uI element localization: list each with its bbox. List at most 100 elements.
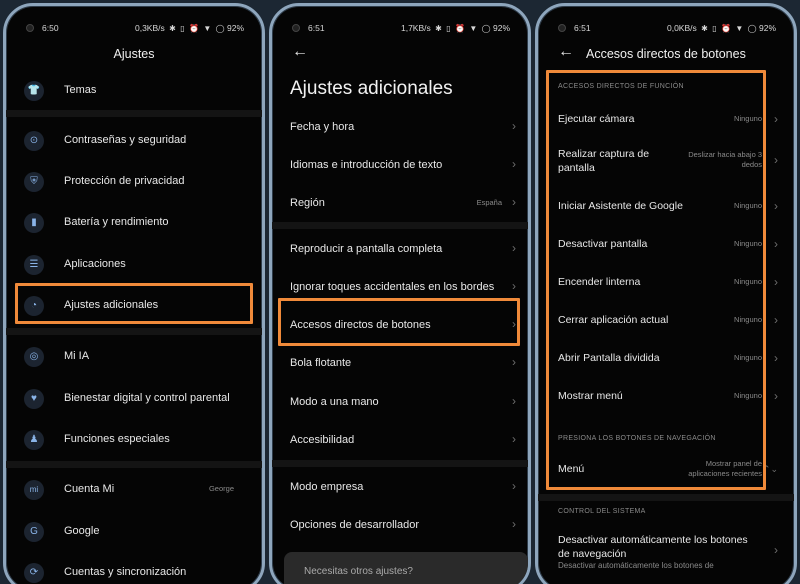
settings-item-google[interactable]: G Google	[6, 515, 262, 549]
settings-item-label: Contraseñas y seguridad	[64, 134, 187, 146]
list-item[interactable]: Opciones de desarrollador ›	[272, 509, 528, 543]
chevron-right-icon: ›	[774, 313, 778, 327]
divider	[272, 460, 528, 467]
list-item[interactable]: Región España ›	[272, 187, 528, 221]
settings-item-label: Cuenta Mi	[64, 483, 115, 495]
battery-unit: %	[502, 23, 510, 33]
shirt-icon: 👕	[24, 81, 44, 101]
auto-disable-label: Desactivar automáticamente los botones d…	[558, 534, 748, 560]
suggestion-card[interactable]: Necesitas otros ajustes?	[284, 552, 528, 584]
list-item-label: Opciones de desarrollador	[290, 519, 420, 531]
account-name: George	[208, 484, 234, 493]
settings-item-label: Bienestar digital y control parental	[64, 392, 230, 404]
wifi-icon: ▼	[469, 24, 478, 33]
chevron-right-icon: ›	[774, 275, 778, 289]
list-item[interactable]: Fecha y hora ›	[272, 111, 528, 145]
lock-icon: ⊙	[24, 131, 44, 151]
mi-icon: mi	[24, 480, 44, 500]
bluetooth-icon: ✱	[435, 24, 442, 33]
settings-item-wellbeing[interactable]: ♥ Bienestar digital y control parental	[6, 382, 262, 416]
alarm-icon: ⏰	[721, 24, 731, 33]
wifi-icon: ▼	[735, 24, 744, 33]
flask-icon: ♟	[24, 430, 44, 450]
alarm-icon: ⏰	[455, 24, 465, 33]
status-bar: 6:51 1,7KB/s ✱ ▯ ⏰ ▼ ◯ 92%	[272, 6, 528, 46]
list-item-label: Idiomas e introducción de texto	[290, 159, 443, 171]
settings-item-special[interactable]: ♟ Funciones especiales	[6, 423, 262, 457]
vibrate-icon: ▯	[446, 24, 451, 33]
status-time: 6:51	[574, 23, 591, 33]
list-item[interactable]: Modo a una mano ›	[272, 386, 528, 420]
settings-item-label: Temas	[64, 84, 97, 96]
list-item-label: Fecha y hora	[290, 121, 355, 133]
chevron-right-icon: ›	[512, 479, 516, 493]
settings-item-battery[interactable]: ▮ Batería y rendimiento	[6, 206, 262, 240]
battery-unit: %	[768, 23, 776, 33]
settings-item-mi-ia[interactable]: ◎ Mi IA	[6, 340, 262, 374]
list-item-label: Accesibilidad	[290, 434, 355, 446]
front-camera	[292, 24, 300, 32]
vibrate-icon: ▯	[180, 24, 185, 33]
phone-screen-button-shortcuts: 6:51 0,0KB/s ✱ ▯ ⏰ ▼ ◯ 92% ← Accesos dir…	[535, 3, 797, 584]
settings-item-privacy[interactable]: ⛨ Protección de privacidad	[6, 165, 262, 199]
page-title: Ajustes adicionales	[290, 78, 453, 99]
list-item[interactable]: Idiomas e introducción de texto ›	[272, 149, 528, 183]
list-item[interactable]: Modo empresa ›	[272, 471, 528, 505]
settings-item-temas[interactable]: 👕 Temas	[6, 74, 262, 108]
chevron-right-icon: ›	[774, 112, 778, 126]
divider	[272, 222, 528, 229]
divider	[6, 110, 262, 117]
chevron-right-icon: ›	[774, 153, 778, 167]
front-camera	[26, 24, 34, 32]
chevron-right-icon: ›	[774, 389, 778, 403]
phone-screen-additional-settings: 6:51 1,7KB/s ✱ ▯ ⏰ ▼ ◯ 92% ← Ajustes adi…	[269, 3, 531, 584]
settings-item-label: Google	[64, 525, 100, 537]
bluetooth-icon: ✱	[169, 24, 176, 33]
alarm-icon: ⏰	[189, 24, 199, 33]
list-item[interactable]: Reproducir a pantalla completa ›	[272, 233, 528, 267]
chevron-right-icon: ›	[512, 119, 516, 133]
chevron-right-icon: ›	[512, 157, 516, 171]
chevron-right-icon: ›	[512, 517, 516, 531]
battery-status-icon: ◯	[215, 24, 225, 33]
page-title: Ajustes	[113, 47, 155, 61]
divider	[6, 328, 262, 335]
settings-item-passwords[interactable]: ⊙ Contraseñas y seguridad	[6, 124, 262, 158]
sync-icon: ⟳	[24, 563, 44, 583]
settings-item-mi-account[interactable]: mi Cuenta Mi George	[6, 473, 262, 507]
back-arrow-icon[interactable]: ←	[558, 43, 574, 61]
settings-item-label: Mi IA	[64, 350, 90, 362]
section-header: CONTROL DEL SISTEMA	[558, 508, 646, 515]
shield-icon: ⛨	[24, 172, 44, 192]
auto-disable-nav-item[interactable]: Desactivar automáticamente los botones d…	[538, 533, 794, 573]
apps-icon: ☰	[24, 255, 44, 275]
chevron-right-icon: ›	[774, 237, 778, 251]
network-speed: 0,3KB/s	[134, 23, 165, 33]
list-item-label: Región	[290, 197, 325, 209]
list-item[interactable]: Accesibilidad ›	[272, 424, 528, 458]
chevron-right-icon: ›	[774, 543, 778, 557]
settings-item-apps[interactable]: ☰ Aplicaciones	[6, 248, 262, 282]
list-item-label: Modo empresa	[290, 481, 364, 493]
list-item-label: Bola flotante	[290, 357, 352, 369]
settings-item-label: Funciones especiales	[64, 433, 170, 445]
ai-icon: ◎	[24, 347, 44, 367]
page-title: Accesos directos de botones	[586, 47, 746, 61]
bluetooth-icon: ✱	[701, 24, 708, 33]
settings-item-label: Aplicaciones	[64, 258, 126, 270]
settings-item-accounts[interactable]: ⟳ Cuentas y sincronización	[6, 556, 262, 584]
list-item[interactable]: Bola flotante ›	[272, 347, 528, 381]
chevron-right-icon: ›	[774, 199, 778, 213]
chevron-right-icon: ›	[512, 394, 516, 408]
list-item-label: Reproducir a pantalla completa	[290, 243, 443, 255]
list-item-label: Modo a una mano	[290, 396, 379, 408]
chevron-right-icon: ›	[774, 351, 778, 365]
back-arrow-icon[interactable]: ←	[292, 43, 308, 61]
settings-item-label: Cuentas y sincronización	[64, 566, 187, 578]
status-bar: 6:50 0,3KB/s ✱ ▯ ⏰ ▼ ◯ 92%	[6, 6, 262, 46]
battery-unit: %	[236, 23, 244, 33]
highlight-box	[15, 283, 253, 324]
settings-item-label: Protección de privacidad	[64, 175, 185, 187]
auto-disable-description: Desactivar automáticamente los botones d…	[558, 561, 714, 570]
wifi-icon: ▼	[203, 24, 212, 33]
